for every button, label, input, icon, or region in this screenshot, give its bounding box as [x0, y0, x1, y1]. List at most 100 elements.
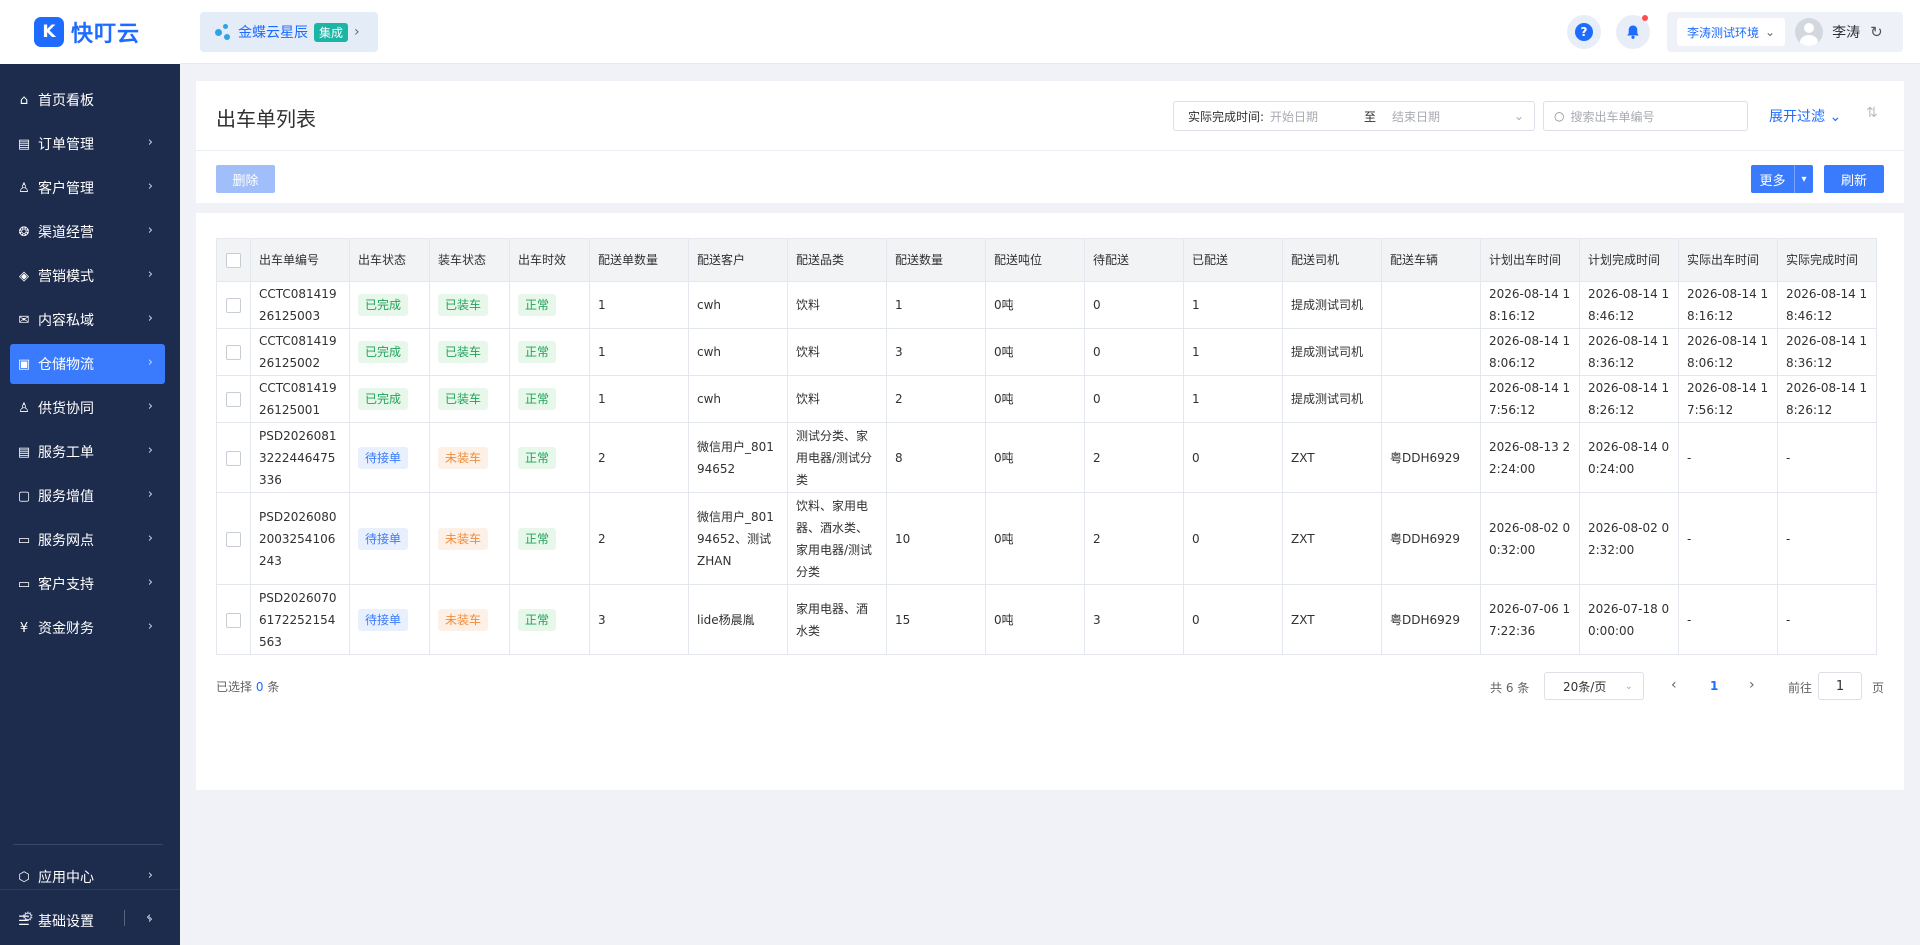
row-checkbox[interactable] [226, 392, 241, 407]
sidebar-item-support[interactable]: ▭ 客户支持 › [10, 564, 165, 604]
home-icon: ⌂ [19, 92, 29, 108]
help-button[interactable]: ? [1567, 15, 1601, 49]
page-size-select[interactable]: 20条/页 ⌄ [1544, 672, 1644, 700]
table-row[interactable]: PSD20260706172252154563 待接单 未装车 正常 3 lide杨晨胤 家… [216, 584, 1877, 655]
chevron-right-icon: › [354, 24, 360, 40]
refresh-button[interactable]: 刷新 [1824, 165, 1884, 193]
actual-finish-time: - [1786, 531, 1791, 546]
timeliness-badge: 正常 [518, 446, 557, 469]
sidebar-item-ticket[interactable]: ▤ 服务工单 › [10, 432, 165, 472]
sidebar-item-supply[interactable]: ♙ 供货协同 › [10, 388, 165, 428]
dispatch-id[interactable]: CCTC08141926125002 [259, 334, 337, 370]
more-button[interactable]: 更多 ▾ [1751, 165, 1813, 193]
reload-icon[interactable]: ↻ [1870, 23, 1883, 41]
column-header: 计划完成时间 [1579, 238, 1679, 282]
customer: 微信用户_80194652、测试ZHAN [697, 509, 774, 568]
dispatch-id[interactable]: CCTC08141926125001 [259, 381, 337, 417]
category: 饮料 [796, 345, 821, 359]
sidebar-item-label: 渠道经营 [38, 225, 94, 241]
planned-depart-time-cell: 2026-08-13 22:24:00 [1480, 422, 1580, 493]
dispatch-id[interactable]: CCTC08141926125003 [259, 287, 337, 323]
sidebar-item-content[interactable]: ✉ 内容私域 › [10, 300, 165, 340]
timeliness-badge: 正常 [518, 388, 557, 410]
dispatch-status-cell: 已完成 [349, 328, 430, 376]
environment-select[interactable]: 李涛测试环境 ⌄ [1677, 18, 1786, 46]
category-cell: 饮料、家用电器、酒水类、家用电器/测试分类 [787, 492, 887, 585]
sidebar-item-bag[interactable]: ▢ 服务增值 › [10, 476, 165, 516]
table-row[interactable]: CCTC08141926125002 已完成 已装车 正常 1 cwh 饮料 3 0吨 0 1 提成测… [216, 328, 1877, 376]
order-count-cell: 2 [589, 422, 689, 493]
next-page-button[interactable]: › [1749, 677, 1755, 693]
dispatch-id[interactable]: PSD20260706172252154563 [259, 591, 337, 649]
dispatch-id[interactable]: PSD20260802003254106243 [259, 510, 337, 568]
row-select-cell [216, 492, 251, 585]
selected-count: 已选择 0 条 [216, 680, 280, 694]
sidebar-item-label: 服务增值 [38, 489, 94, 505]
end-date-input[interactable]: 结束日期 [1392, 108, 1440, 125]
dispatch-status-cell: 已完成 [349, 281, 430, 329]
table-row[interactable]: CCTC08141926125001 已完成 已装车 正常 1 cwh 饮料 2 0吨 0 1 提成测… [216, 375, 1877, 423]
actual-depart-time-cell: 2026-08-14 18:06:12 [1678, 328, 1778, 376]
search-input[interactable]: ○ 搜索出车单编号 [1543, 101, 1748, 131]
logo[interactable]: K 快叮云 [0, 0, 180, 64]
table-row[interactable]: PSD20260802003254106243 待接单 未装车 正常 2 微信用户_801… [216, 492, 1877, 585]
select-all-checkbox[interactable] [226, 253, 241, 268]
integration-switch[interactable]: 金蝶云星辰 集成 › [200, 12, 378, 52]
column-header: 配送车辆 [1381, 238, 1481, 282]
avatar[interactable] [1795, 18, 1824, 46]
actual-depart-time: - [1687, 612, 1692, 627]
tonnage: 0吨 [994, 392, 1014, 406]
dispatch-id[interactable]: PSD20260813222446475336 [259, 429, 337, 487]
dispatch-table: 出车单编号 出车状态 装车状态 出车时效 配送单数量 配送客户 配送品类 配送数量 配送吨位 待配… [216, 238, 1877, 655]
user-area: 李涛测试环境 ⌄ 李涛 ↻ [1667, 12, 1903, 52]
row-checkbox[interactable] [226, 298, 241, 313]
planned-depart-time: 2026-08-14 17:56:12 [1489, 381, 1571, 417]
integration-logo-icon [214, 23, 232, 41]
prev-page-button[interactable]: ‹ [1671, 677, 1677, 693]
sidebar-item-order[interactable]: ▤ 订单管理 › [10, 124, 165, 164]
dispatch-status-badge: 待接单 [358, 446, 409, 469]
customer: cwh [697, 345, 722, 359]
chevron-down-icon[interactable]: ▾ [1795, 165, 1813, 193]
delete-button[interactable]: 删除 [216, 165, 275, 193]
collapse-sidebar-icon[interactable]: ‹ [146, 910, 151, 925]
sidebar-item-label: 服务工单 [38, 445, 94, 461]
planned-depart-time-cell: 2026-08-14 17:56:12 [1480, 375, 1580, 423]
load-status-badge: 未装车 [438, 527, 489, 550]
goto-page-input[interactable] [1818, 672, 1862, 700]
user-name[interactable]: 李涛 [1832, 22, 1860, 42]
row-checkbox[interactable] [226, 345, 241, 360]
quantity: 8 [895, 450, 903, 465]
goto-label: 前往 [1788, 681, 1813, 695]
actual-finish-time-cell: - [1777, 492, 1877, 585]
pending-count-cell: 2 [1084, 422, 1184, 493]
order-count: 1 [598, 298, 606, 312]
table-row[interactable]: PSD20260813222446475336 待接单 未装车 正常 2 微信用户_801… [216, 422, 1877, 493]
sidebar-item-home[interactable]: ⌂ 首页看板 [10, 80, 165, 120]
sidebar-item-user[interactable]: ♙ 客户管理 › [10, 168, 165, 208]
delivered-count-cell: 1 [1183, 281, 1283, 329]
chevron-right-icon: › [147, 267, 153, 282]
load-status-badge: 已装车 [438, 388, 489, 410]
gear-icon[interactable]: ⚙ [22, 910, 34, 925]
more-button-label[interactable]: 更多 [1751, 165, 1794, 193]
row-checkbox[interactable] [226, 531, 241, 547]
row-checkbox[interactable] [226, 612, 241, 628]
row-checkbox[interactable] [226, 450, 241, 466]
sort-icon[interactable]: ⇅ [1866, 105, 1878, 121]
sidebar-item-finance[interactable]: ¥ 资金财务 › [10, 608, 165, 648]
vehicle-cell: 粤DDH6929 [1381, 584, 1481, 655]
completion-date-filter[interactable]: 实际完成时间: 开始日期 至 结束日期 ⌄ [1173, 101, 1535, 131]
sidebar-item-channel[interactable]: ❂ 渠道经营 › [10, 212, 165, 252]
page-unit-label: 页 [1872, 681, 1885, 695]
page-number-current[interactable]: 1 [1710, 679, 1718, 693]
sidebar-item-warehouse[interactable]: ▣ 仓储物流 › [10, 344, 165, 384]
sidebar-item-store[interactable]: ▭ 服务网点 › [10, 520, 165, 560]
load-status-badge: 已装车 [438, 341, 489, 363]
tonnage-cell: 0吨 [985, 328, 1085, 376]
start-date-input[interactable]: 开始日期 [1270, 108, 1350, 125]
table-row[interactable]: CCTC08141926125003 已完成 已装车 正常 1 cwh 饮料 1 0吨 0 1 提成测… [216, 281, 1877, 329]
sidebar-item-marketing[interactable]: ◈ 营销模式 › [10, 256, 165, 296]
notification-button[interactable] [1616, 15, 1650, 49]
expand-filter-link[interactable]: 展开过滤 ⌄ [1769, 106, 1841, 126]
